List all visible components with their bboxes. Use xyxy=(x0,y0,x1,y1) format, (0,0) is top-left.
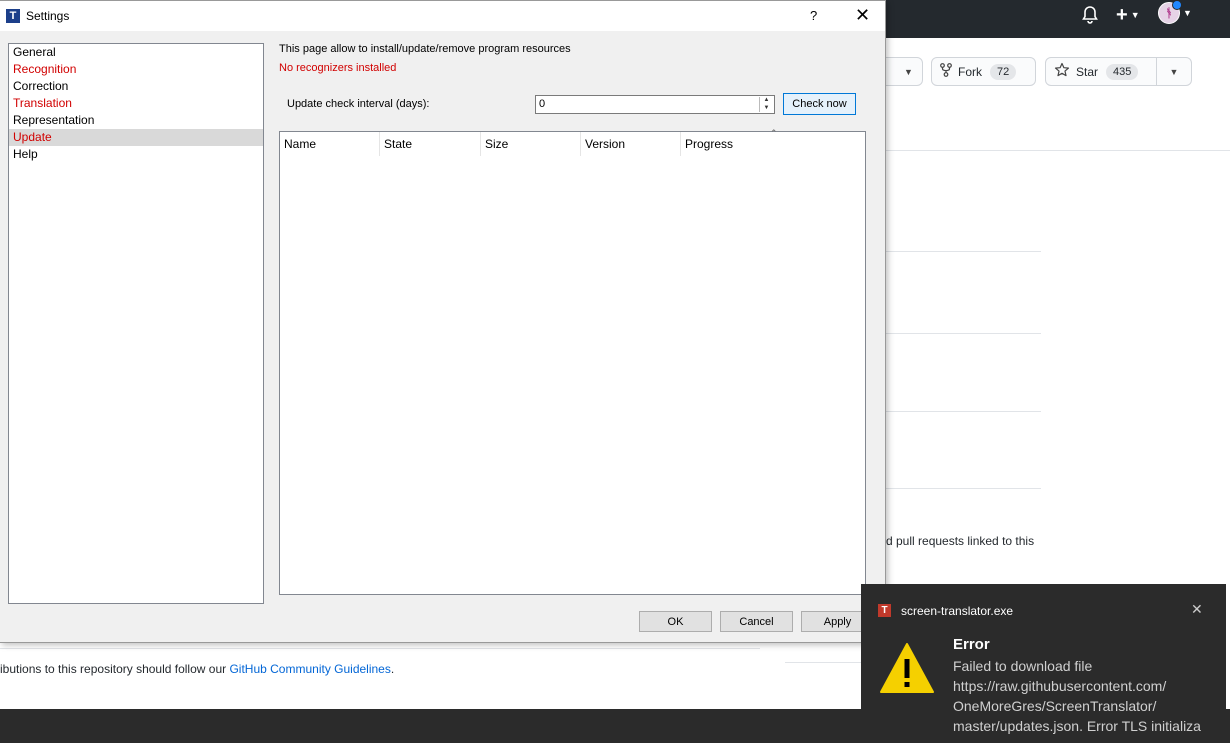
ok-button[interactable]: OK xyxy=(639,611,712,632)
fork-button[interactable]: Fork 72 xyxy=(931,57,1036,86)
notification-dot xyxy=(1172,0,1182,10)
guidelines-suffix: . xyxy=(390,662,395,676)
nav-item-translation[interactable]: Translation xyxy=(9,95,263,112)
toast-message: Failed to download file https://raw.gith… xyxy=(953,656,1218,736)
warning-icon xyxy=(879,642,935,694)
star-dropdown-button[interactable]: ▼ xyxy=(1156,57,1192,86)
update-interval-label: Update check interval (days): xyxy=(287,98,430,110)
star-icon xyxy=(1054,62,1070,81)
error-toast-notification[interactable]: T screen-translator.exe ✕ Error Failed t… xyxy=(861,584,1226,743)
toast-message-line: master/updates.json. Error TLS initializ… xyxy=(953,718,1201,734)
column-header-version[interactable]: Version xyxy=(581,132,681,156)
update-interval-value: 0 xyxy=(539,98,546,110)
cancel-button[interactable]: Cancel xyxy=(720,611,793,632)
table-header: Name State Size Version Progress ⌃ xyxy=(280,128,865,156)
community-guidelines-link[interactable]: GitHub Community Guidelines xyxy=(229,662,390,676)
section-divider xyxy=(886,150,1230,151)
nav-item-representation[interactable]: Representation xyxy=(9,112,263,129)
column-header-state[interactable]: State xyxy=(380,132,481,156)
screen-translator-app-icon: T xyxy=(6,9,20,23)
nav-item-update[interactable]: Update xyxy=(9,129,263,146)
spinbox-arrows[interactable]: ▲ ▼ xyxy=(759,97,773,112)
resources-table[interactable]: Name State Size Version Progress ⌃ xyxy=(279,128,866,595)
star-button[interactable]: Star 435 xyxy=(1045,57,1157,86)
sidebar-divider xyxy=(886,251,1041,252)
dialog-title: Settings xyxy=(26,9,70,23)
close-icon[interactable]: ✕ xyxy=(855,5,870,26)
fork-icon xyxy=(940,63,952,80)
help-button[interactable]: ? xyxy=(810,8,817,23)
page-description: This page allow to install/update/remove… xyxy=(279,43,571,55)
fork-label: Fork xyxy=(958,64,982,79)
linked-pull-requests-text: d pull requests linked to this xyxy=(886,534,1035,548)
star-label: Star xyxy=(1076,64,1099,79)
contribution-guidelines-text: ibutions to this repository should follo… xyxy=(0,662,394,676)
column-header-size[interactable]: Size xyxy=(481,132,581,156)
nav-item-recognition[interactable]: Recognition xyxy=(9,61,263,78)
settings-dialog: T Settings ? ✕ General Recognition Corre… xyxy=(0,0,886,643)
guidelines-prefix: ibutions to this repository should follo… xyxy=(0,662,230,676)
spin-up-icon[interactable]: ▲ xyxy=(760,97,773,105)
sidebar-divider xyxy=(785,662,865,663)
column-header-name[interactable]: Name xyxy=(280,132,380,156)
nav-item-general[interactable]: General xyxy=(9,44,263,61)
close-icon[interactable]: ✕ xyxy=(1191,601,1203,618)
nav-item-help[interactable]: Help xyxy=(9,146,263,163)
chevron-down-icon: ▼ xyxy=(1169,66,1179,77)
toast-title: Error xyxy=(953,636,990,653)
sidebar-divider xyxy=(886,333,1041,334)
toast-message-line: OneMoreGres/ScreenTranslator/ xyxy=(953,698,1157,714)
settings-nav-list: General Recognition Correction Translati… xyxy=(8,43,264,604)
toast-app-name: screen-translator.exe xyxy=(901,604,1014,618)
nav-item-correction[interactable]: Correction xyxy=(9,78,263,95)
update-interval-spinbox[interactable]: 0 ▲ ▼ xyxy=(535,95,775,114)
dialog-titlebar[interactable]: T Settings ? ✕ xyxy=(0,1,885,31)
fork-count: 72 xyxy=(990,63,1017,80)
screen-translator-app-icon: T xyxy=(878,604,891,617)
comment-box-edge xyxy=(0,648,760,649)
toast-message-line: Failed to download file xyxy=(953,658,1093,674)
create-new-plus-icon[interactable]: + ▼ xyxy=(1116,2,1140,28)
user-avatar[interactable]: ᚬ ▼ xyxy=(1158,0,1192,26)
sidebar-divider xyxy=(886,411,1041,412)
star-count: 435 xyxy=(1106,63,1139,80)
notifications-bell-icon[interactable] xyxy=(1082,2,1098,28)
check-now-button[interactable]: Check now xyxy=(783,93,856,115)
toast-message-line: https://raw.githubusercontent.com/ xyxy=(953,678,1167,694)
spin-down-icon[interactable]: ▼ xyxy=(760,105,773,113)
no-recognizers-warning: No recognizers installed xyxy=(279,62,397,74)
sidebar-divider xyxy=(886,488,1041,489)
chevron-down-icon: ▼ xyxy=(904,66,913,77)
sort-indicator-icon: ⌃ xyxy=(770,128,778,138)
